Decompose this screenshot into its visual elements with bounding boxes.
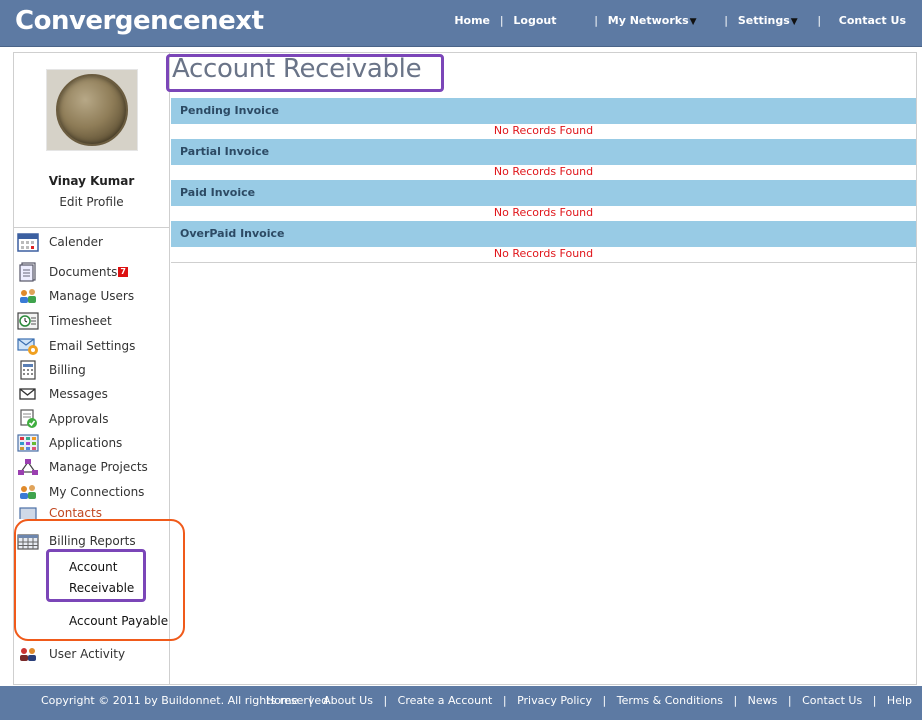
dropdown-caret-icon: ▼ xyxy=(790,17,798,27)
footer-separator: | xyxy=(787,694,792,707)
section-bottom-border xyxy=(171,262,916,263)
sidebar-item-label: My Connections xyxy=(49,485,145,499)
footer-bar: Copyright © 2011 by Buildonnet. All righ… xyxy=(0,686,922,720)
sidebar-item-label: Billing xyxy=(49,363,86,377)
footer-home-link[interactable]: Home xyxy=(266,694,298,707)
sidebar-item-user-activity[interactable]: User Activity xyxy=(17,642,167,666)
nav-contact-us-link[interactable]: Contact Us xyxy=(839,14,906,27)
footer-separator: | xyxy=(602,694,607,707)
footer-separator: | xyxy=(383,694,388,707)
footer-help-link[interactable]: Help xyxy=(887,694,912,707)
nav-my-networks-label: My Networks xyxy=(607,14,689,27)
pending-invoice-section: Pending Invoice No Records Found xyxy=(171,98,916,139)
sidebar-divider xyxy=(13,227,170,228)
sidebar-item-timesheet[interactable]: Timesheet xyxy=(17,309,167,333)
footer-separator: | xyxy=(733,694,738,707)
edit-profile-link[interactable]: Edit Profile xyxy=(13,195,170,209)
section-heading: Pending Invoice xyxy=(171,98,916,124)
footer-separator: | xyxy=(872,694,877,707)
messages-icon xyxy=(17,384,39,404)
nav-settings-menu[interactable]: Settings▼ xyxy=(738,14,798,27)
sidebar-item-label: Calender xyxy=(49,235,103,249)
nav-my-networks-menu[interactable]: My Networks▼ xyxy=(608,14,697,27)
sidebar-item-my-connections[interactable]: My Connections xyxy=(17,480,167,504)
nav-home-link[interactable]: Home xyxy=(454,14,490,27)
overpaid-invoice-section: OverPaid Invoice No Records Found xyxy=(171,221,916,262)
top-navigation: Home | Logout | My Networks▼ | Settings▼… xyxy=(454,14,906,27)
sidebar-item-label: Documents xyxy=(49,265,118,279)
nav-logout-link[interactable]: Logout xyxy=(513,14,556,27)
empty-message: No Records Found xyxy=(171,124,916,139)
sidebar-item-label: Approvals xyxy=(49,412,109,426)
billing-icon xyxy=(17,360,39,380)
user-activity-icon xyxy=(17,644,39,664)
footer-create-account-link[interactable]: Create a Account xyxy=(398,694,493,707)
highlight-box-purple xyxy=(46,549,146,602)
footer-separator: | xyxy=(308,694,313,707)
footer-navigation: Home | About Us | Create a Account | Pri… xyxy=(266,694,912,707)
footer-separator: | xyxy=(502,694,507,707)
dropdown-caret-icon: ▼ xyxy=(689,17,697,27)
sidebar-item-label: Timesheet xyxy=(49,314,112,328)
footer-contact-link[interactable]: Contact Us xyxy=(802,694,862,707)
applications-icon xyxy=(17,433,39,453)
contacts-icon xyxy=(17,506,39,519)
sidebar-item-manage-users[interactable]: Manage Users xyxy=(17,284,167,308)
user-name: Vinay Kumar xyxy=(48,174,135,188)
sidebar-item-label: Applications xyxy=(49,436,123,450)
footer-privacy-link[interactable]: Privacy Policy xyxy=(517,694,592,707)
sidebar-item-approvals[interactable]: Approvals xyxy=(17,407,167,431)
connections-icon xyxy=(17,482,39,502)
nav-settings-label: Settings xyxy=(737,14,790,27)
sidebar-item-billing[interactable]: Billing xyxy=(17,358,167,382)
section-heading: Paid Invoice xyxy=(171,180,916,206)
paid-invoice-section: Paid Invoice No Records Found xyxy=(171,180,916,221)
coin-photo xyxy=(56,74,128,146)
approvals-icon xyxy=(17,409,39,429)
footer-about-link[interactable]: About Us xyxy=(323,694,373,707)
sidebar-item-applications[interactable]: Applications xyxy=(17,431,167,455)
sidebar-item-messages[interactable]: Messages xyxy=(17,382,167,406)
section-heading: Partial Invoice xyxy=(171,139,916,165)
sidebar-item-label: Manage Projects xyxy=(49,460,148,474)
empty-message: No Records Found xyxy=(171,247,916,262)
sidebar-item-label: Contacts xyxy=(49,506,102,519)
sidebar-item-documents[interactable]: Documents 7 xyxy=(17,260,167,284)
footer-news-link[interactable]: News xyxy=(748,694,778,707)
empty-message: No Records Found xyxy=(171,206,916,221)
calendar-icon xyxy=(17,232,39,252)
sidebar-item-label: User Activity xyxy=(49,647,126,661)
documents-icon xyxy=(17,262,39,282)
footer-terms-link[interactable]: Terms & Conditions xyxy=(617,694,723,707)
users-icon xyxy=(17,286,39,306)
sidebar-item-contacts[interactable]: Contacts xyxy=(17,505,167,519)
nav-separator: | xyxy=(499,14,504,27)
highlight-box-purple-title xyxy=(166,54,444,92)
nav-separator: | xyxy=(594,14,598,27)
top-header-bar: Convergencenext Home | Logout | My Netwo… xyxy=(0,0,922,47)
brand-logo[interactable]: Convergencenext xyxy=(15,6,264,36)
sidebar-item-label: Email Settings xyxy=(49,339,136,353)
sidebar-item-manage-projects[interactable]: Manage Projects xyxy=(17,455,167,479)
sidebar-item-label: Messages xyxy=(49,387,108,401)
partial-invoice-section: Partial Invoice No Records Found xyxy=(171,139,916,180)
nav-separator: | xyxy=(817,14,822,27)
section-heading: OverPaid Invoice xyxy=(171,221,916,247)
projects-icon xyxy=(17,457,39,477)
notification-badge: 7 xyxy=(118,267,128,277)
avatar[interactable] xyxy=(46,69,138,151)
empty-message: No Records Found xyxy=(171,165,916,180)
sidebar-item-label: Manage Users xyxy=(49,289,135,303)
nav-separator: | xyxy=(724,14,728,27)
sidebar-item-calender[interactable]: Calender xyxy=(17,230,167,254)
timesheet-icon xyxy=(17,311,39,331)
email-settings-icon xyxy=(17,336,39,356)
sidebar-item-email-settings[interactable]: Email Settings xyxy=(17,334,167,358)
